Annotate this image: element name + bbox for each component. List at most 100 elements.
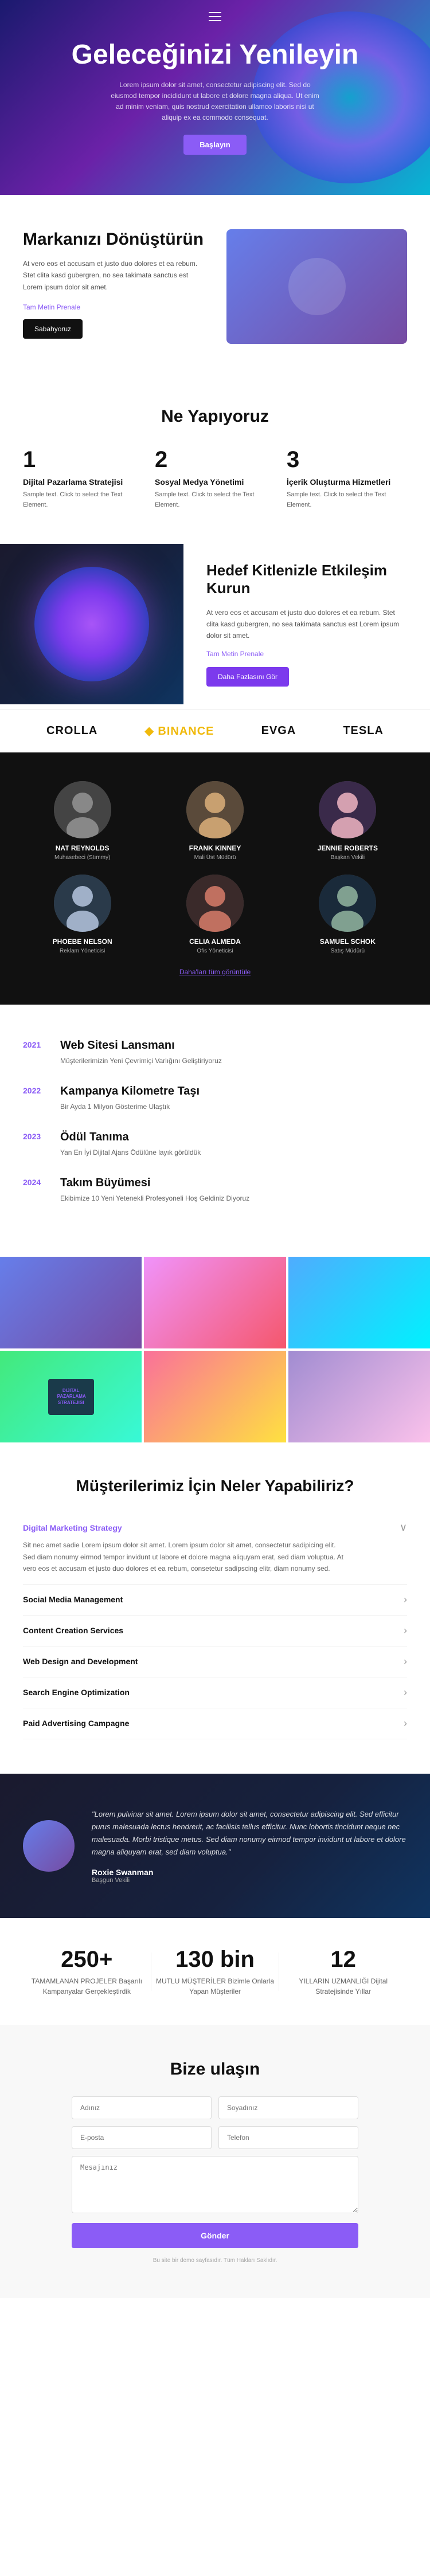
gallery-item-2 xyxy=(144,1257,286,1348)
contact-footer: Bu site bir demo sayfasıdır. Tüm Hakları… xyxy=(23,2257,407,2264)
timeline-title-4: Takım Büyümesi xyxy=(60,1177,249,1190)
transform-body: At vero eos et accusam et justo duo dolo… xyxy=(23,258,204,293)
chevron-down-icon-1: ∨ xyxy=(400,1522,407,1534)
service-desc-2: Sample text. Click to select the Text El… xyxy=(155,490,275,510)
service-num-3: 3 xyxy=(287,447,407,473)
team-name-2: FRANK KINNEY xyxy=(155,844,274,852)
stat-num-3: 12 xyxy=(279,1947,407,1973)
timeline-title-1: Web Sitesi Lansmanı xyxy=(60,1039,222,1052)
contact-heading: Bize ulaşın xyxy=(23,2060,407,2079)
service-desc-1: Sample text. Click to select the Text El… xyxy=(23,490,143,510)
timeline-desc-3: Yan En İyi Dijital Ajans Ödülüne layık g… xyxy=(60,1147,201,1158)
team-photo-3 xyxy=(319,781,376,838)
testimonial-section: "Lorem pulvinar sit amet. Lorem ipsum do… xyxy=(0,1774,430,1918)
timeline-year-1: 2021 xyxy=(23,1040,49,1049)
stat-item-3: 12 YILLARIN UZMANLIĞI Dijital Stratejisi… xyxy=(279,1947,407,1997)
last-name-input[interactable] xyxy=(218,2096,358,2119)
team-member-5: CELIA ALMEDA Ofis Yöneticisi xyxy=(155,875,274,954)
accordion-header-4[interactable]: Web Design and Development › xyxy=(23,1656,407,1668)
team-photo-1 xyxy=(54,781,111,838)
engage-link[interactable]: Tam Metin Prenale xyxy=(206,650,264,658)
timeline-content-2: Kampanya Kilometre Taşı Bir Ayda 1 Milyo… xyxy=(60,1085,200,1112)
service-title-2: Sosyal Medya Yönetimi xyxy=(155,477,275,487)
team-name-4: PHOEBE NELSON xyxy=(23,938,142,946)
transform-link[interactable]: Tam Metin Prenale xyxy=(23,303,80,311)
accordion-header-6[interactable]: Paid Advertising Campagne › xyxy=(23,1718,407,1730)
stat-item-1: 250+ TAMAMLANAN PROJELER Başarılı Kampan… xyxy=(23,1947,151,1997)
accordion-item-3[interactable]: Content Creation Services › xyxy=(23,1616,407,1646)
timeline-desc-4: Ekibimize 10 Yeni Yetenekli Profesyoneli… xyxy=(60,1193,249,1204)
accordion-header-1[interactable]: Digital Marketing Strategy ∨ xyxy=(23,1522,407,1534)
what-section: Ne Yapıyoruz 1 Dijital Pazarlama Stratej… xyxy=(0,378,430,539)
timeline-section: 2021 Web Sitesi Lansmanı Müşterilerimizi… xyxy=(0,1005,430,1257)
engage-image xyxy=(0,544,183,704)
hero-content: Geleceğinizi Yenileyin Lorem ipsum dolor… xyxy=(72,40,359,155)
hero-subtitle: Lorem ipsum dolor sit amet, consectetur … xyxy=(106,80,324,124)
testimonial-name: Roxie Swanman xyxy=(92,1868,407,1877)
phone-input[interactable] xyxy=(218,2126,358,2149)
message-textarea[interactable] xyxy=(72,2156,358,2213)
gallery-item-1 xyxy=(0,1257,142,1348)
accordion-item-1[interactable]: Digital Marketing Strategy ∨ Sit nec ame… xyxy=(23,1512,407,1584)
engage-button[interactable]: Daha Fazlasını Gör xyxy=(206,667,289,687)
transform-button[interactable]: Sabahyoruz xyxy=(23,319,83,339)
transform-right xyxy=(226,229,407,344)
logo-evga: EVGA xyxy=(261,724,296,738)
timeline-year-3: 2023 xyxy=(23,1132,49,1141)
show-more-link[interactable]: Daha'ları tüm görüntüle xyxy=(23,968,407,976)
team-role-4: Reklam Yöneticisi xyxy=(23,948,142,954)
hamburger-menu[interactable] xyxy=(209,9,221,24)
accordion-title-3: Content Creation Services xyxy=(23,1626,123,1635)
timeline-item-1: 2021 Web Sitesi Lansmanı Müşterilerimizi… xyxy=(23,1039,407,1067)
timeline-desc-2: Bir Ayda 1 Milyon Gösterime Ulaştık xyxy=(60,1101,200,1112)
engage-content: Hedef Kitlenizle Etkileşim Kurun At vero… xyxy=(183,539,430,709)
service-item-2: 2 Sosyal Medya Yönetimi Sample text. Cli… xyxy=(155,447,275,510)
stat-item-2: 130 bin MUTLU MÜŞTERİLER Bizimle Onlarla… xyxy=(151,1947,279,1997)
testimonial-quote: "Lorem pulvinar sit amet. Lorem ipsum do… xyxy=(92,1808,407,1859)
hero-cta-button[interactable]: Başlayın xyxy=(183,135,246,155)
accordion-title-6: Paid Advertising Campagne xyxy=(23,1719,129,1728)
testimonial-content: "Lorem pulvinar sit amet. Lorem ipsum do… xyxy=(92,1808,407,1884)
team-photo-4 xyxy=(54,875,111,932)
service-num-1: 1 xyxy=(23,447,143,473)
testimonial-role: Başgun Vekili xyxy=(92,1877,407,1884)
accordion-item-4[interactable]: Web Design and Development › xyxy=(23,1646,407,1677)
team-name-5: CELIA ALMEDA xyxy=(155,938,274,946)
transform-section: Markanızı Dönüştürün At vero eos et accu… xyxy=(0,195,430,378)
contact-row xyxy=(72,2126,358,2149)
gallery-item-6 xyxy=(288,1351,430,1442)
logo-tesla: TESLA xyxy=(343,724,384,738)
accordion-body-1: Sit nec amet sadie Lorem ipsum dolor sit… xyxy=(23,1534,344,1574)
name-row xyxy=(72,2096,358,2119)
team-member-1: NAT REYNOLDS Muhasebeci (Stımmy) xyxy=(23,781,142,861)
stats-section: 250+ TAMAMLANAN PROJELER Başarılı Kampan… xyxy=(0,1918,430,2025)
gallery-item-4: DIJITAL PAZARLAMA STRATEJISI xyxy=(0,1351,142,1442)
timeline-item-4: 2024 Takım Büyümesi Ekibimize 10 Yeni Ye… xyxy=(23,1177,407,1204)
first-name-input[interactable] xyxy=(72,2096,212,2119)
timeline-content-3: Ödül Tanıma Yan En İyi Dijital Ajans Ödü… xyxy=(60,1131,201,1158)
accordion-header-5[interactable]: Search Engine Optimization › xyxy=(23,1687,407,1699)
submit-button[interactable]: Gönder xyxy=(72,2223,358,2248)
accordion-header-2[interactable]: Social Media Management › xyxy=(23,1594,407,1606)
chevron-right-icon-5: › xyxy=(404,1687,407,1699)
engage-section: Hedef Kitlenizle Etkileşim Kurun At vero… xyxy=(0,539,430,709)
email-group xyxy=(72,2126,212,2149)
team-member-3: JENNIE ROBERTS Başkan Vekili xyxy=(288,781,407,861)
timeline-desc-1: Müşterilerimizin Yeni Çevrimiçi Varlığın… xyxy=(60,1056,222,1067)
logo-crolla: CROLLA xyxy=(46,724,97,738)
accordion-item-5[interactable]: Search Engine Optimization › xyxy=(23,1677,407,1708)
timeline-year-2: 2022 xyxy=(23,1086,49,1095)
accordion-header-3[interactable]: Content Creation Services › xyxy=(23,1625,407,1637)
gallery-item-5 xyxy=(144,1351,286,1442)
gallery-section: DIJITAL PAZARLAMA STRATEJISI xyxy=(0,1257,430,1442)
logos-section: CROLLA ◆ BINANCE EVGA TESLA xyxy=(0,709,430,752)
hero-section: Geleceğinizi Yenileyin Lorem ipsum dolor… xyxy=(0,0,430,195)
timeline-content-4: Takım Büyümesi Ekibimize 10 Yeni Yetenek… xyxy=(60,1177,249,1204)
accordion-heading: Müşterilerimiz İçin Neler Yapabiliriz? xyxy=(23,1477,407,1495)
accordion-item-6[interactable]: Paid Advertising Campagne › xyxy=(23,1708,407,1739)
timeline-content-1: Web Sitesi Lansmanı Müşterilerimizin Yen… xyxy=(60,1039,222,1067)
accordion-title-4: Web Design and Development xyxy=(23,1657,138,1666)
accordion-item-2[interactable]: Social Media Management › xyxy=(23,1585,407,1616)
email-input[interactable] xyxy=(72,2126,212,2149)
timeline-title-2: Kampanya Kilometre Taşı xyxy=(60,1085,200,1098)
